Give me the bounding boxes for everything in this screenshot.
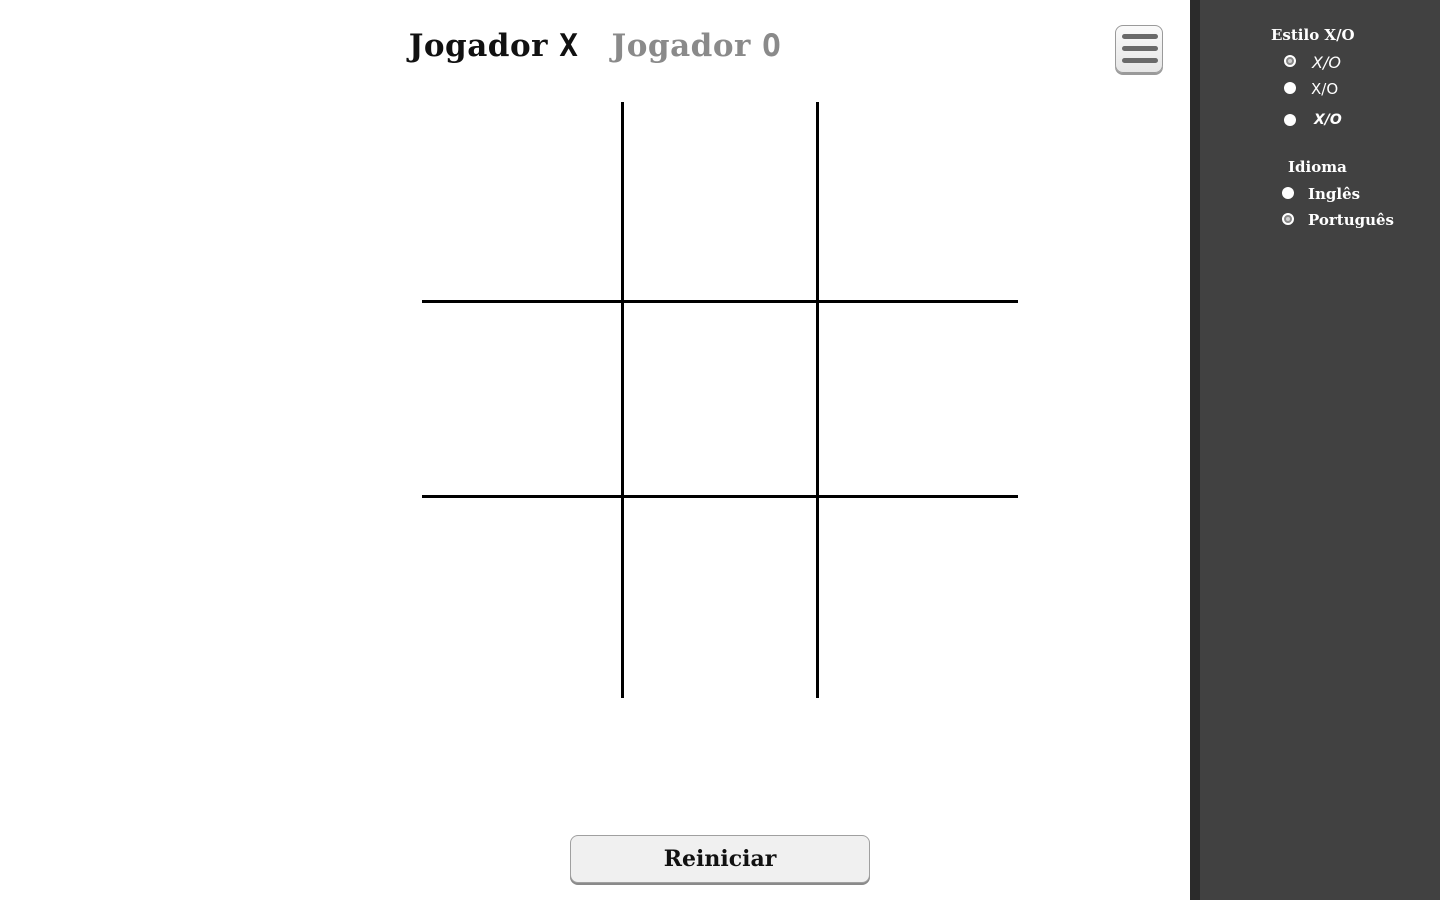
player-x-text: Jogador <box>408 28 548 64</box>
player-indicator: Jogador X Jogador O <box>0 28 1190 64</box>
grid-line-vertical <box>621 102 624 698</box>
hamburger-menu-icon <box>1122 34 1158 39</box>
language-option-portuguese[interactable]: Português <box>1282 211 1432 229</box>
hamburger-bar <box>1122 46 1158 51</box>
game-board <box>422 102 1018 698</box>
radio-button[interactable] <box>1282 187 1294 199</box>
player-x-label: Jogador X <box>409 28 579 64</box>
board-cell-7[interactable] <box>422 500 618 696</box>
settings-sidebar: Estilo X/O X/O X/O X/O Idioma Inglês Por… <box>1190 0 1440 900</box>
restart-button[interactable]: Reiniciar <box>570 835 870 883</box>
language-option-label: Inglês <box>1308 185 1361 203</box>
board-cell-6[interactable] <box>820 302 1016 498</box>
style-section-title: Estilo X/O <box>1271 26 1355 44</box>
grid-line-horizontal <box>422 300 1018 303</box>
style-option-label: X/O <box>1311 80 1339 98</box>
player-o-label: Jogador O <box>612 28 782 64</box>
language-option-english[interactable]: Inglês <box>1282 185 1432 203</box>
hamburger-bar <box>1122 58 1158 63</box>
style-option-3[interactable]: X/O <box>1284 112 1404 130</box>
board-cell-8[interactable] <box>622 500 818 696</box>
style-option-label: X/O <box>1314 112 1342 128</box>
board-cell-3[interactable] <box>820 102 1016 298</box>
board-cell-4[interactable] <box>422 302 618 498</box>
menu-button[interactable] <box>1115 25 1163 73</box>
grid-line-horizontal <box>422 495 1018 498</box>
style-option-label: X/O <box>1312 53 1341 72</box>
radio-button[interactable] <box>1284 114 1296 126</box>
style-option-1[interactable]: X/O <box>1284 53 1404 72</box>
style-option-2[interactable]: X/O <box>1284 80 1404 98</box>
radio-button[interactable] <box>1282 213 1294 225</box>
player-o-mark: O <box>762 28 782 64</box>
board-cell-5[interactable] <box>622 302 818 498</box>
radio-button[interactable] <box>1284 82 1296 94</box>
grid-line-vertical <box>816 102 819 698</box>
player-x-mark: X <box>559 28 579 64</box>
board-cell-1[interactable] <box>422 102 618 298</box>
player-o-text: Jogador <box>611 28 751 64</box>
board-cell-2[interactable] <box>622 102 818 298</box>
language-section-title: Idioma <box>1288 158 1347 176</box>
radio-button[interactable] <box>1284 55 1296 67</box>
game-page: Jogador X Jogador O Reiniciar Estilo X/O… <box>0 0 1440 900</box>
board-cell-9[interactable] <box>820 500 1016 696</box>
language-option-label: Português <box>1308 211 1395 229</box>
